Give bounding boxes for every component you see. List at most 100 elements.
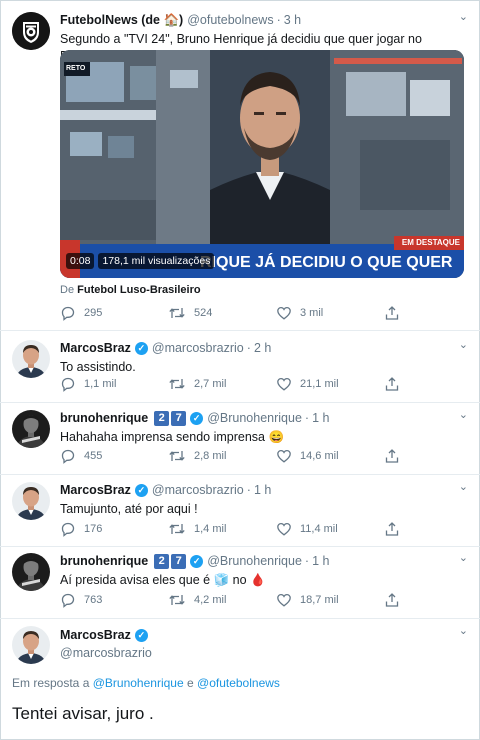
verified-badge-icon: ✓ — [134, 483, 148, 497]
retweet-button[interactable]: 524 — [168, 305, 276, 321]
tweet-marcosbraz-2[interactable]: MarcosBraz ✓ @marcosbrazrio · 1 h Tamuju… — [0, 474, 480, 546]
like-button[interactable]: 11,4 mil — [276, 521, 384, 537]
like-button[interactable]: 14,6 mil — [276, 448, 384, 464]
reply-count: 1,1 mil — [84, 378, 117, 390]
author-handle[interactable]: @marcosbrazrio — [152, 341, 244, 355]
retweet-icon — [169, 595, 185, 605]
author-handle[interactable]: @Brunohenrique — [207, 554, 302, 568]
like-count: 3 mil — [300, 307, 324, 319]
keycap-7-icon: 7 — [171, 410, 187, 426]
live-corner-label: RETO — [66, 65, 86, 72]
share-button[interactable] — [384, 448, 414, 464]
chevron-down-icon[interactable]: ⌄ — [459, 480, 468, 493]
author-handle[interactable]: @Brunohenrique — [207, 411, 302, 425]
keycap-7-icon: 7 — [171, 553, 187, 569]
marcosbraz-avatar-icon — [12, 482, 50, 520]
video-player[interactable]: RETO EM DESTAQUE RIQUE JÁ DECIDIU O QUE … — [60, 50, 464, 278]
avatar[interactable] — [12, 340, 50, 378]
reply-button[interactable]: 1,1 mil — [60, 376, 168, 392]
tweet-time[interactable]: 1 h — [254, 483, 271, 497]
reply-context-conj: e — [186, 676, 194, 690]
chevron-down-icon[interactable]: ⌄ — [459, 408, 468, 421]
reply-button[interactable]: 176 — [60, 521, 168, 537]
like-button[interactable]: 18,7 mil — [276, 592, 384, 608]
heart-icon — [277, 377, 291, 391]
reply-button[interactable]: 295 — [60, 305, 168, 321]
reply-icon — [61, 306, 75, 321]
author-name[interactable]: MarcosBraz — [60, 628, 131, 642]
author-name[interactable]: FutebolNews (de 🏠) — [60, 13, 183, 28]
chevron-down-icon[interactable]: ⌄ — [459, 10, 468, 23]
avatar[interactable] — [12, 482, 50, 520]
share-icon — [385, 522, 399, 536]
separator-dot: · — [246, 341, 251, 355]
author-handle[interactable]: @marcosbrazrio — [152, 483, 244, 497]
share-button[interactable] — [384, 376, 414, 392]
author-handle[interactable]: @ofutebolnews — [187, 13, 273, 27]
separator-dot: · — [246, 483, 251, 497]
verified-badge-icon: ✓ — [190, 411, 204, 425]
reply-count: 455 — [84, 450, 103, 462]
share-icon — [385, 306, 399, 320]
author-name[interactable]: MarcosBraz — [60, 483, 131, 497]
video-source-name[interactable]: Futebol Luso-Brasileiro — [77, 284, 200, 296]
share-button[interactable] — [384, 305, 414, 321]
reply-count: 763 — [84, 594, 103, 606]
retweet-count: 2,7 mil — [194, 378, 227, 390]
like-button[interactable]: 3 mil — [276, 305, 384, 321]
retweet-button[interactable]: 4,2 mil — [168, 592, 276, 608]
marcosbraz-avatar-icon — [12, 340, 50, 378]
avatar[interactable] — [12, 626, 50, 664]
reply-count: 176 — [84, 523, 103, 535]
separator-dot: · — [304, 554, 310, 568]
share-button[interactable] — [384, 521, 414, 537]
marcosbraz-avatar-icon — [12, 626, 50, 664]
like-count: 11,4 mil — [300, 523, 338, 535]
tweet-marcosbraz-1[interactable]: MarcosBraz ✓ @marcosbrazrio · 2 h To ass… — [0, 330, 480, 402]
author-name[interactable]: brunohenrique — [60, 554, 148, 568]
retweet-button[interactable]: 2,8 mil — [168, 448, 276, 464]
author-name[interactable]: MarcosBraz — [60, 341, 131, 355]
retweet-button[interactable]: 2,7 mil — [168, 376, 276, 392]
tweet-brunohenrique-1[interactable]: brunohenrique 2 7 ✓ @Brunohenrique · 1 h… — [0, 402, 480, 474]
tweet-futebolnews[interactable]: FutebolNews (de 🏠) @ofutebolnews · 3 h S… — [0, 0, 480, 330]
ice-emoji-icon: 🧊 — [213, 573, 230, 587]
reply-mention-ofutebolnews[interactable]: @ofutebolnews — [197, 676, 280, 690]
focused-tweet-text: Tentei avisar, juro . — [12, 704, 154, 723]
em-destaque-badge: EM DESTAQUE — [401, 238, 460, 247]
retweet-button[interactable]: 1,4 mil — [168, 521, 276, 537]
heart-icon — [277, 449, 291, 463]
tweet-time[interactable]: 1 h — [312, 411, 329, 425]
reply-button[interactable]: 455 — [60, 448, 168, 464]
keycap-2-icon: 2 — [154, 553, 170, 569]
avatar[interactable] — [12, 410, 50, 448]
author-name[interactable]: brunohenrique — [60, 411, 148, 425]
share-icon — [385, 377, 399, 391]
video-source[interactable]: De Futebol Luso-Brasileiro — [60, 284, 201, 296]
like-count: 14,6 mil — [300, 450, 339, 462]
heart-icon — [277, 306, 291, 320]
share-icon — [385, 449, 399, 463]
tweet-brunohenrique-2[interactable]: brunohenrique 2 7 ✓ @Brunohenrique · 1 h… — [0, 546, 480, 618]
tweet-text-row: Aí presida avisa eles que é 🧊 no 🩸 — [60, 572, 468, 589]
share-button[interactable] — [384, 592, 414, 608]
reply-mention-brunohenrique[interactable]: @Brunohenrique — [93, 676, 184, 690]
avatar[interactable] — [12, 12, 50, 50]
like-button[interactable]: 21,1 mil — [276, 376, 384, 392]
tweet-time[interactable]: 3 h — [284, 13, 301, 27]
author-handle[interactable]: @marcosbrazrio — [60, 646, 468, 660]
reply-button[interactable]: 763 — [60, 592, 168, 608]
separator-dot: · — [276, 13, 281, 27]
retweet-count: 2,8 mil — [194, 450, 227, 462]
heart-icon — [277, 522, 291, 536]
retweet-icon — [169, 524, 185, 534]
chevron-down-icon[interactable]: ⌄ — [459, 624, 468, 637]
chevron-down-icon[interactable]: ⌄ — [459, 551, 468, 564]
tweet-time[interactable]: 2 h — [254, 341, 271, 355]
tweet-time[interactable]: 1 h — [312, 554, 329, 568]
verified-badge-icon: ✓ — [190, 554, 204, 568]
avatar[interactable] — [12, 553, 50, 591]
tweet-text: Hahahaha imprensa sendo imprensa — [60, 430, 265, 444]
blood-drop-emoji-icon: 🩸 — [250, 573, 266, 587]
chevron-down-icon[interactable]: ⌄ — [459, 338, 468, 351]
